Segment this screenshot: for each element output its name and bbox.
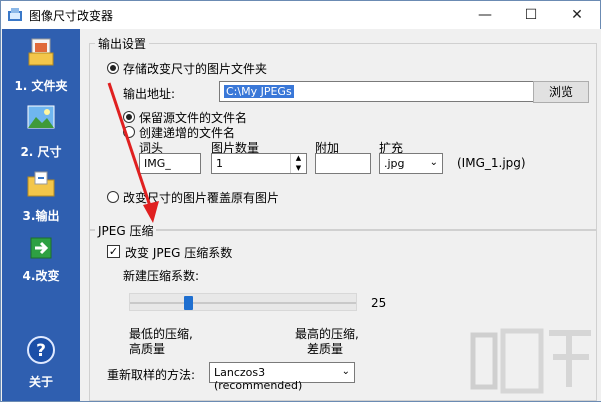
app-window: 图像尺寸改变器 — ☐ ✕ 1. 文件夹 2. 尺寸 3.输出 4.改变 ? 关…: [0, 0, 601, 402]
watermark-logo: [470, 328, 591, 394]
